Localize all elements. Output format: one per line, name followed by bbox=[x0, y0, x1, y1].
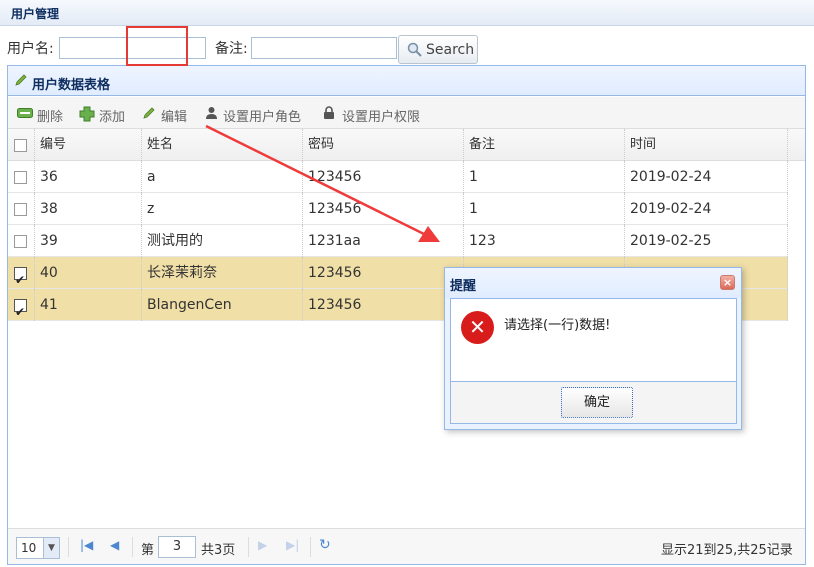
cell-password: 123456 bbox=[303, 161, 464, 193]
row-checkbox[interactable] bbox=[14, 296, 27, 328]
set-role-label: 设置用户角色 bbox=[223, 110, 302, 125]
column-header[interactable]: 姓名 bbox=[142, 129, 303, 161]
pager-divider bbox=[68, 537, 69, 557]
dialog-header: 提醒 × bbox=[445, 268, 741, 298]
pagination-bar: 10 ▼ |◀ ◀ 第 3 共3页 ▶ ▶| ↻ 显示21到25,共25记录 bbox=[8, 528, 805, 564]
cell-name: 测试用的 bbox=[142, 225, 303, 257]
row-checkbox[interactable] bbox=[14, 171, 27, 184]
cell-time: 2019-02-24 bbox=[625, 161, 788, 193]
row-checkbox[interactable] bbox=[14, 235, 27, 248]
record-summary: 显示21到25,共25记录 bbox=[661, 543, 793, 558]
chevron-down-icon: ▼ bbox=[43, 538, 59, 558]
column-header[interactable]: 编号 bbox=[35, 129, 142, 161]
page-number-input[interactable]: 3 bbox=[158, 536, 196, 558]
cell-id: 40 bbox=[35, 257, 142, 289]
row-check-cell bbox=[8, 193, 35, 225]
prev-page-icon[interactable]: ◀ bbox=[110, 538, 119, 552]
panel-header: 用户数据表格 bbox=[8, 66, 805, 96]
row-check-cell bbox=[8, 225, 35, 257]
cell-password: 123456 bbox=[303, 257, 464, 289]
edit-button[interactable]: 编辑 bbox=[142, 97, 194, 129]
table-row[interactable]: 38 z 123456 1 2019-02-24 bbox=[8, 193, 788, 225]
pencil-icon bbox=[14, 73, 28, 91]
cell-time: 2019-02-25 bbox=[625, 225, 788, 257]
select-all-cell bbox=[8, 129, 35, 161]
column-header[interactable]: 时间 bbox=[625, 129, 788, 161]
cell-name: BlangenCen bbox=[142, 289, 303, 321]
table-row[interactable]: 36 a 123456 1 2019-02-24 bbox=[8, 161, 788, 193]
add-button[interactable]: 添加 bbox=[79, 97, 137, 129]
error-icon: ✕ bbox=[461, 311, 494, 344]
cell-name: a bbox=[142, 161, 303, 193]
dialog-body: ✕ 请选择(一行)数据! bbox=[450, 298, 737, 382]
pencil-icon bbox=[142, 106, 156, 124]
cell-remark: 123 bbox=[464, 225, 625, 257]
cell-id: 38 bbox=[35, 193, 142, 225]
select-all-checkbox[interactable] bbox=[14, 139, 27, 152]
column-header[interactable]: 备注 bbox=[464, 129, 625, 161]
remark-input[interactable] bbox=[251, 37, 397, 59]
panel-title: 用户数据表格 bbox=[32, 78, 111, 93]
pager-divider bbox=[310, 537, 311, 557]
user-icon bbox=[205, 106, 218, 124]
dialog-message: 请选择(一行)数据! bbox=[504, 318, 611, 333]
plus-icon bbox=[79, 106, 95, 126]
cell-remark: 1 bbox=[464, 193, 625, 225]
remark-label: 备注: bbox=[215, 41, 248, 57]
search-button-label: Search bbox=[426, 42, 475, 58]
cell-id: 36 bbox=[35, 161, 142, 193]
page-size-value: 10 bbox=[21, 541, 37, 555]
refresh-icon[interactable]: ↻ bbox=[319, 537, 331, 553]
first-page-icon[interactable]: |◀ bbox=[80, 538, 93, 552]
pager-divider bbox=[132, 537, 133, 557]
cell-time: 2019-02-24 bbox=[625, 193, 788, 225]
row-checkbox[interactable] bbox=[14, 203, 27, 216]
table-header: 编号 姓名 密码 备注 时间 bbox=[8, 129, 805, 161]
cell-password: 123456 bbox=[303, 289, 464, 321]
delete-label: 删除 bbox=[37, 110, 64, 125]
minus-icon bbox=[17, 106, 33, 124]
set-permission-button[interactable]: 设置用户权限 bbox=[323, 97, 433, 129]
delete-button[interactable]: 删除 bbox=[17, 97, 75, 129]
last-page-icon[interactable]: ▶| bbox=[286, 538, 299, 552]
cell-name: z bbox=[142, 193, 303, 225]
top-bar: 用户管理 bbox=[0, 0, 814, 26]
cell-name: 长泽茉莉奈 bbox=[142, 257, 303, 289]
row-checkbox[interactable] bbox=[14, 264, 27, 296]
row-check-cell bbox=[8, 161, 35, 193]
column-header[interactable]: 密码 bbox=[303, 129, 464, 161]
pager-divider bbox=[248, 537, 249, 557]
search-icon bbox=[407, 42, 422, 61]
search-button[interactable]: Search bbox=[398, 35, 478, 64]
alert-dialog: 提醒 × ✕ 请选择(一行)数据! 确定 bbox=[444, 267, 742, 430]
page-label-before: 第 bbox=[141, 543, 155, 558]
dialog-footer: 确定 bbox=[450, 382, 737, 424]
edit-button-highlight bbox=[126, 26, 188, 66]
cell-password: 123456 bbox=[303, 193, 464, 225]
row-check-cell bbox=[8, 289, 35, 328]
cell-password: 1231aa bbox=[303, 225, 464, 257]
toolbar: 删除 添加 编辑 设置用户角色 设置用户权限 bbox=[8, 97, 805, 129]
page-size-select[interactable]: 10 ▼ bbox=[16, 537, 60, 559]
edit-label: 编辑 bbox=[161, 110, 188, 125]
dialog-title: 提醒 bbox=[450, 279, 477, 294]
page-title: 用户管理 bbox=[11, 7, 60, 21]
next-page-icon[interactable]: ▶ bbox=[258, 538, 267, 552]
search-bar: 用户名: 备注: Search bbox=[0, 34, 814, 64]
cell-remark: 1 bbox=[464, 161, 625, 193]
set-role-button[interactable]: 设置用户角色 bbox=[205, 97, 310, 129]
cell-id: 39 bbox=[35, 225, 142, 257]
cell-id: 41 bbox=[35, 289, 142, 321]
row-check-cell bbox=[8, 257, 35, 296]
ok-button[interactable]: 确定 bbox=[561, 387, 633, 418]
close-icon[interactable]: × bbox=[720, 275, 735, 290]
username-label: 用户名: bbox=[7, 41, 54, 57]
table-row[interactable]: 39 测试用的 1231aa 123 2019-02-25 bbox=[8, 225, 788, 257]
page-label-after: 共3页 bbox=[201, 543, 236, 558]
add-label: 添加 bbox=[99, 110, 126, 125]
lock-icon bbox=[323, 106, 335, 124]
set-permission-label: 设置用户权限 bbox=[342, 110, 421, 125]
